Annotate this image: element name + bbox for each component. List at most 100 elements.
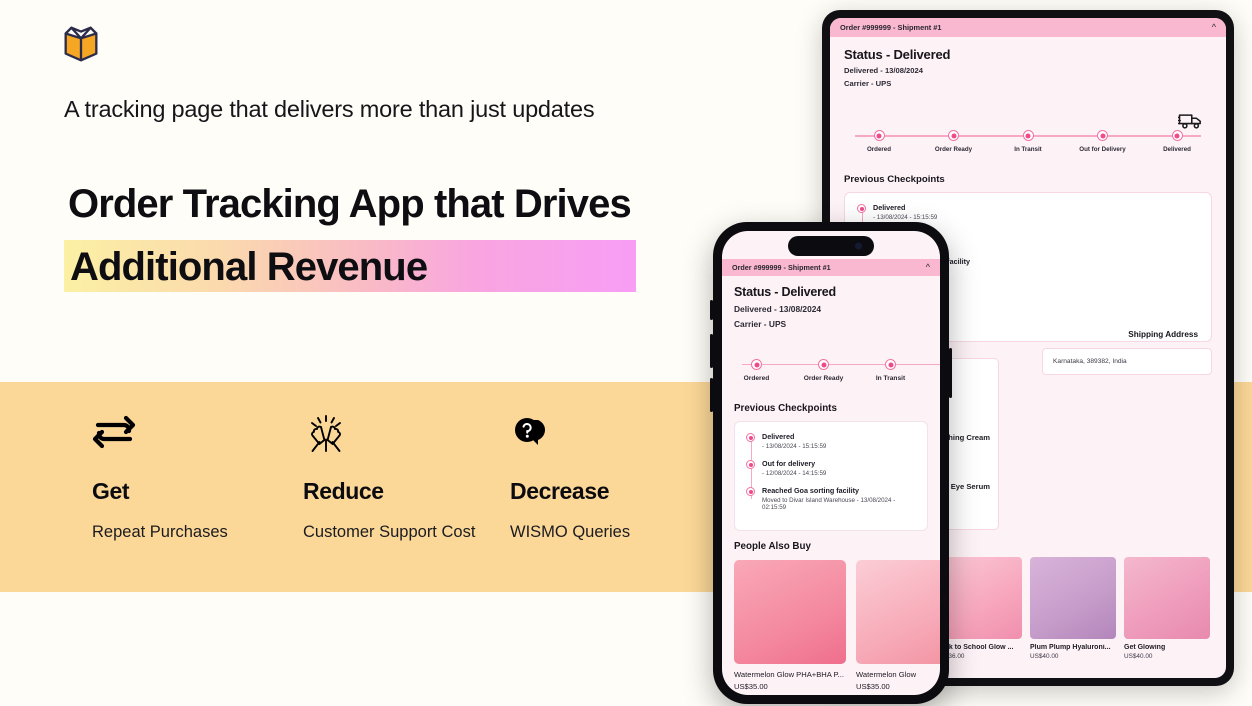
product-card[interactable]: Watermelon Glow US$35.00 [856, 560, 940, 691]
power-button[interactable] [949, 348, 952, 398]
silent-switch[interactable] [710, 300, 713, 320]
timeline-dot-icon [873, 130, 885, 141]
timeline-step-label: Ordered [743, 375, 770, 382]
volume-up-button[interactable] [710, 334, 713, 368]
checkpoint-time: - 13/08/2024 - 15:15:59 [762, 443, 827, 450]
checkpoint-time: Moved to Divar Island Warehouse - 13/08/… [762, 497, 896, 511]
repeat-arrows-icon [92, 412, 228, 456]
checkpoint-name: Delivered [762, 432, 795, 441]
checkpoint-time: - 12/08/2024 - 14:15:59 [762, 470, 827, 477]
timeline-dot-icon [1097, 130, 1108, 141]
checkpoint-name: Out for delivery [762, 459, 816, 468]
chevron-up-icon[interactable]: ^ [926, 263, 930, 272]
timeline-step[interactable]: Out for Delivery [1068, 130, 1138, 153]
checkpoint-name: Reached Goa sorting facility [762, 486, 860, 495]
timeline-step-label: Order Ready [934, 146, 973, 153]
shipping-address-title: Shipping Address [1128, 330, 1198, 339]
product-name: Watermelon Glow [856, 670, 917, 679]
timeline-step[interactable]: Ordered [734, 359, 779, 382]
timeline-dot-icon [1171, 130, 1183, 141]
checkpoints-panel: Delivered - 13/08/2024 - 15:15:59 Out fo… [734, 421, 928, 531]
timeline-step[interactable]: Delivered [1142, 130, 1212, 153]
phone-content: Status - Delivered Delivered - 13/08/202… [722, 276, 940, 691]
timeline-step-label: Delivered [1163, 146, 1191, 153]
product-name: Plum Plump Hyaluroni... [1030, 644, 1111, 651]
checkpoints-title: Previous Checkpoints [844, 174, 945, 185]
open-box-icon [58, 22, 104, 73]
product-card[interactable]: Plum Plump Hyaluroni... US$40.00 [1030, 557, 1116, 660]
checkpoint-item: Out for delivery - 12/08/2024 - 14:15:59 [746, 459, 916, 477]
phone-notch [788, 236, 874, 256]
phone-order-header[interactable]: Order #999999 - Shipment #1 ^ [722, 259, 940, 276]
feature-title: Get [92, 478, 130, 504]
timeline-step-label: In Transit [875, 375, 906, 382]
feature-title: Reduce [303, 478, 384, 504]
phone-screen: Order #999999 - Shipment #1 ^ Status - D… [722, 231, 940, 695]
feature-reduce: Reduce Customer Support Cost [303, 412, 475, 545]
people-also-buy-title: People Also Buy [734, 541, 811, 552]
timeline-dot-icon [885, 359, 896, 370]
timeline-step[interactable]: Ordered [844, 130, 914, 153]
checkpoint-dot-icon [857, 204, 866, 213]
product-price: US$40.00 [1124, 653, 1153, 660]
product-price: US$35.00 [856, 682, 890, 691]
feature-title: Decrease [510, 478, 610, 504]
timeline-dot-icon [948, 130, 959, 141]
checkpoint-name: Delivered [873, 203, 906, 212]
feature-get: Get Repeat Purchases [92, 412, 228, 545]
carrier-name: Carrier - UPS [734, 319, 787, 329]
feature-subtitle: Customer Support Cost [303, 523, 476, 541]
checkpoints-title: Previous Checkpoints [734, 403, 837, 414]
product-thumbnail [856, 560, 940, 664]
checkpoint-dot-icon [746, 433, 755, 442]
feature-subtitle: Repeat Purchases [92, 523, 228, 541]
timeline-step[interactable]: Order Ready [919, 130, 989, 153]
product-thumbnail [1124, 557, 1210, 639]
shipping-address-value: Karnataka, 389382, India [1053, 358, 1127, 365]
timeline-dot-icon [751, 359, 762, 370]
timeline-dot-icon [1022, 130, 1034, 141]
product-thumbnail [1030, 557, 1116, 639]
timeline-step[interactable]: Order Ready [801, 359, 846, 382]
tablet-shipment-timeline: Ordered Order Ready In Transit Out for D… [844, 130, 1212, 160]
product-price: US$40.00 [1030, 653, 1059, 660]
timeline-step[interactable]: In Transit [993, 130, 1063, 153]
checkpoint-dot-icon [746, 460, 755, 469]
order-header-title: Order #999999 - Shipment #1 [840, 23, 942, 32]
product-thumbnail [734, 560, 846, 664]
product-name: Get Glowing [1124, 644, 1166, 651]
question-chat-icon [510, 412, 630, 456]
front-camera-icon [855, 242, 862, 250]
product-card[interactable]: Get Glowing US$40.00 [1124, 557, 1210, 660]
status-title: Status - Delivered [734, 285, 836, 299]
hero-headline-line1: Order Tracking App that Drives [68, 182, 632, 226]
timeline-dot-icon [818, 359, 829, 370]
delivered-date: Delivered - 13/08/2024 [734, 304, 822, 314]
hero-tagline: A tracking page that delivers more than … [64, 96, 595, 122]
delivered-date: Delivered - 13/08/2024 [844, 66, 923, 75]
product-price: US$35.00 [734, 682, 768, 691]
volume-down-button[interactable] [710, 378, 713, 412]
hero-headline-line2: Additional Revenue [70, 245, 428, 289]
timeline-step-label: Out for Delivery [1079, 146, 1126, 153]
timeline-step-label: Ordered [866, 146, 892, 153]
product-name: Watermelon Glow PHA+BHA P... [734, 670, 844, 679]
phone-shipment-timeline: Ordered Order Ready In Transit [734, 359, 940, 387]
tablet-order-header[interactable]: Order #999999 - Shipment #1 ^ [830, 18, 1226, 37]
checkpoint-dot-icon [746, 487, 755, 496]
phone-device-mockup: Order #999999 - Shipment #1 ^ Status - D… [710, 222, 952, 704]
checkpoint-item: Reached Goa sorting facility Moved to Di… [746, 486, 916, 511]
carrier-name: Carrier - UPS [844, 79, 892, 88]
fist-bump-icon [303, 412, 475, 456]
feature-subtitle: WISMO Queries [510, 523, 631, 541]
checkpoint-item: Delivered - 13/08/2024 - 15:15:59 [746, 432, 916, 450]
product-card[interactable]: Watermelon Glow PHA+BHA P... US$35.00 [734, 560, 846, 691]
chevron-up-icon[interactable]: ^ [1212, 23, 1216, 32]
shipping-address-field[interactable]: Karnataka, 389382, India [1042, 348, 1212, 375]
timeline-step-label: In Transit [1014, 146, 1042, 153]
checkpoint-item: Delivered - 13/08/2024 - 15:15:59 [857, 203, 1199, 221]
feature-decrease: Decrease WISMO Queries [510, 412, 630, 545]
phone-product-carousel[interactable]: Watermelon Glow PHA+BHA P... US$35.00 Wa… [734, 560, 940, 691]
status-title: Status - Delivered [844, 47, 951, 62]
timeline-step[interactable]: In Transit [868, 359, 913, 382]
